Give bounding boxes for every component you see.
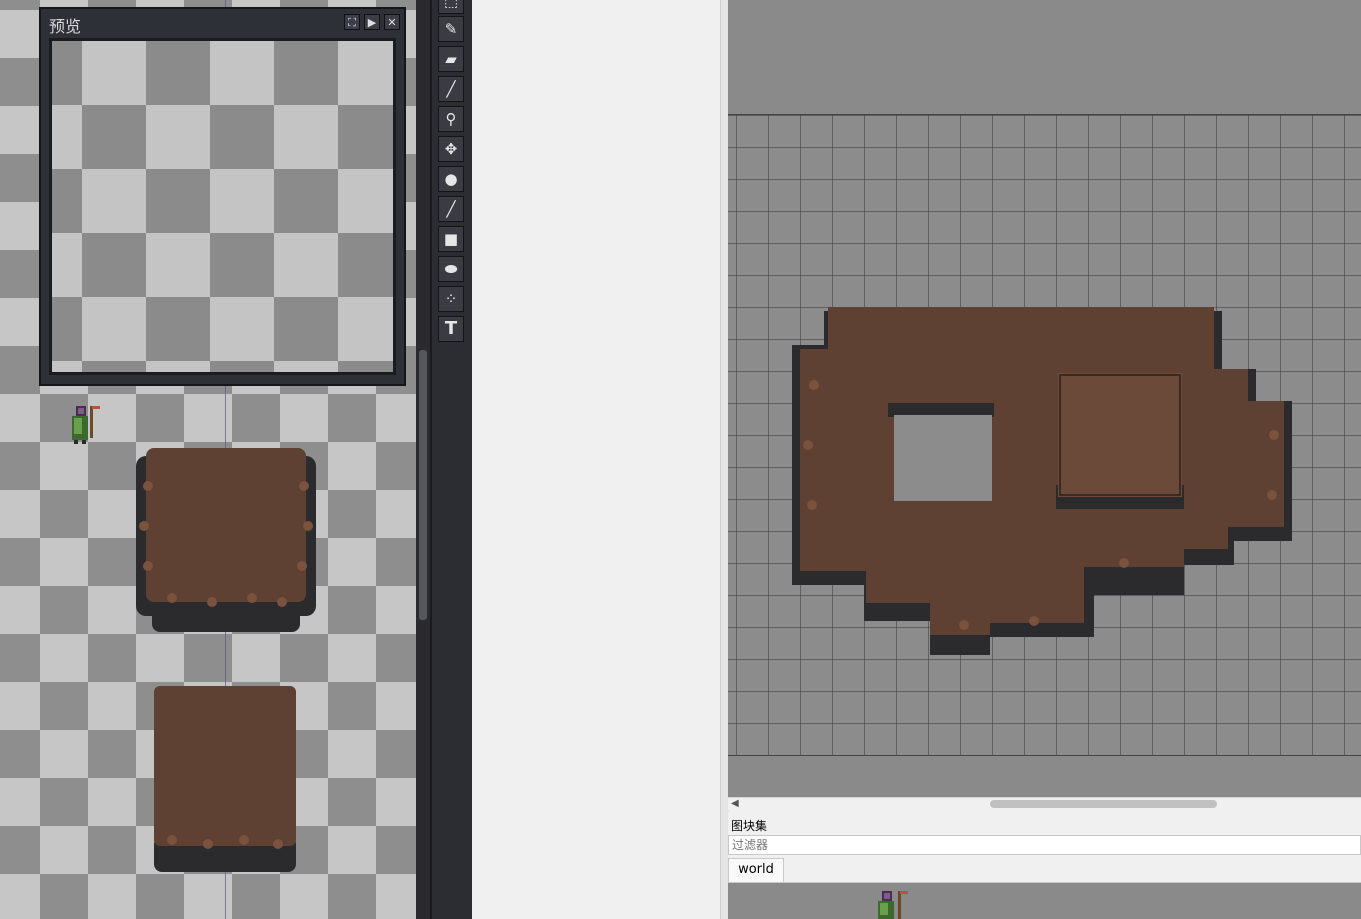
rect-select-icon[interactable]: ⬚ [438, 0, 464, 14]
character-tile[interactable] [876, 891, 916, 919]
ellipse-icon[interactable]: ⬬ [438, 256, 464, 282]
tileset-tab-bar: world [728, 858, 1361, 883]
dirt-island-map [792, 307, 1292, 655]
close-icon[interactable]: ✕ [384, 14, 400, 30]
move-icon[interactable]: ✥ [438, 136, 464, 162]
tileset-filter-input[interactable] [728, 835, 1361, 855]
canvas-vertical-scrollbar[interactable] [416, 0, 430, 919]
rectangle-icon[interactable]: ■ [438, 226, 464, 252]
tool-strip: ⬚ ✎ ▰ ╱ ⚲ ✥ ● ╱ ■ ⬬ ⁘ T [430, 0, 474, 919]
empty-panel [472, 0, 720, 919]
tileset-panel-title: 图块集 [731, 819, 768, 833]
pencil-icon[interactable]: ✎ [438, 16, 464, 42]
maximize-icon[interactable]: ⛶ [344, 14, 360, 30]
dirt-tile-large [136, 448, 316, 632]
tab-world[interactable]: world [728, 858, 784, 882]
map-horizontal-scrollbar[interactable]: ◀ [728, 797, 1361, 810]
eraser-icon[interactable]: ▰ [438, 46, 464, 72]
map-grid[interactable] [728, 114, 1361, 756]
dirt-tile-tall [154, 686, 296, 872]
play-icon[interactable]: ▶ [364, 14, 380, 30]
sprite-canvas[interactable]: 预览 ⛶ ▶ ✕ [0, 0, 416, 919]
preview-viewport [49, 38, 396, 375]
scrollbar-thumb[interactable] [990, 800, 1217, 808]
tileset-panel: 图块集 world [728, 812, 1361, 919]
preview-title: 预览 [49, 17, 82, 36]
scroll-left-icon[interactable]: ◀ [731, 798, 739, 809]
character-sprite [72, 406, 100, 444]
preview-window[interactable]: 预览 ⛶ ▶ ✕ [39, 7, 406, 386]
magnifier-icon[interactable]: ⚲ [438, 106, 464, 132]
line-icon[interactable]: ╱ [438, 196, 464, 222]
tileset-view[interactable] [728, 883, 1361, 919]
scrollbar-thumb[interactable] [419, 350, 427, 620]
text-icon[interactable]: T [438, 316, 464, 342]
fill-icon[interactable]: ● [438, 166, 464, 192]
brush-icon[interactable]: ╱ [438, 76, 464, 102]
spray-icon[interactable]: ⁘ [438, 286, 464, 312]
map-editor-viewport[interactable] [728, 0, 1361, 797]
